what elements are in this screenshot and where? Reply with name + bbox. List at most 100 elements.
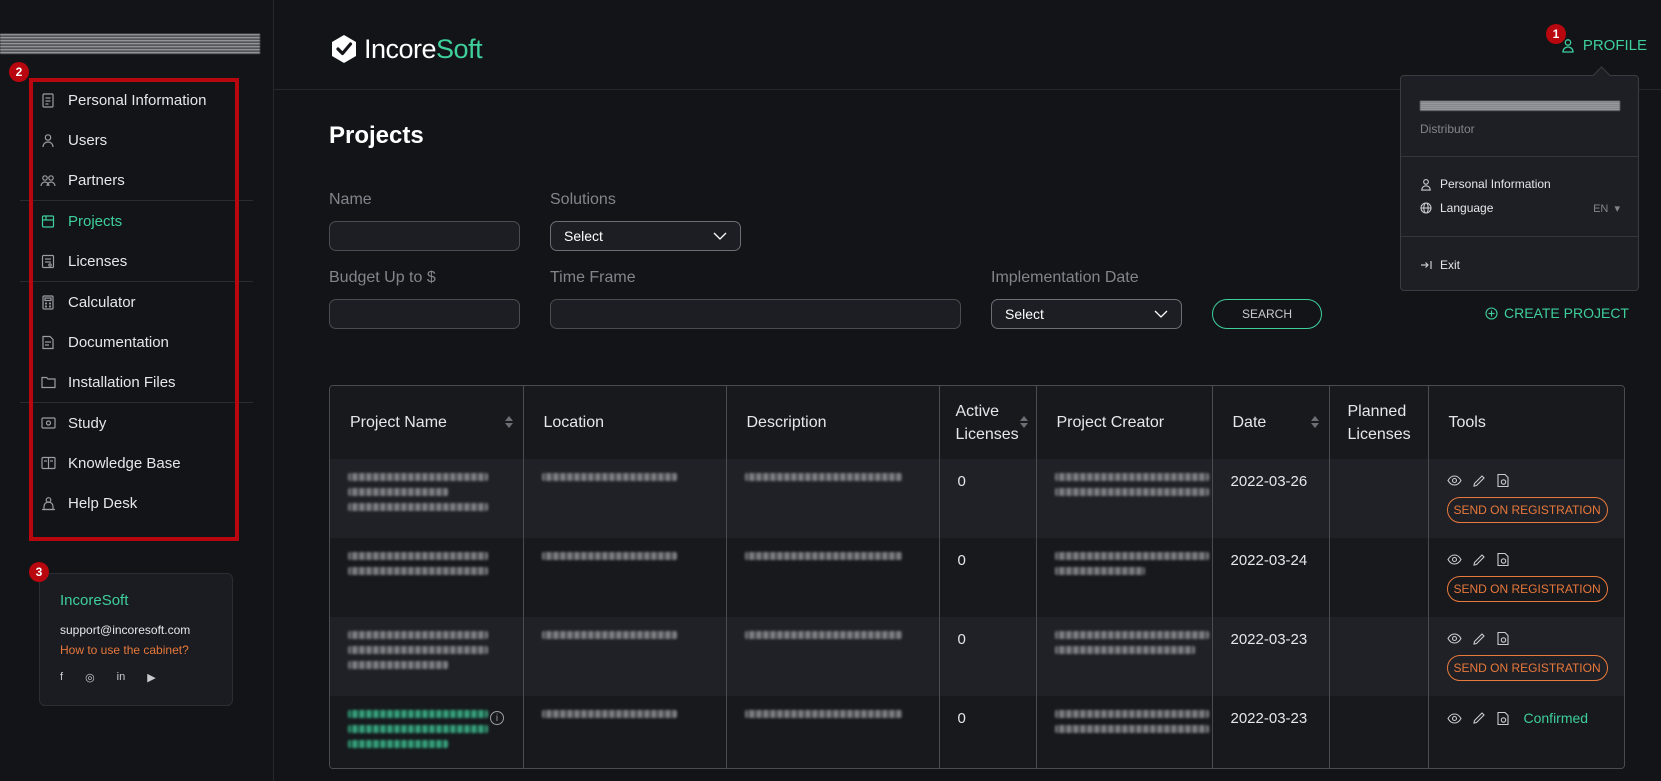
sidebar-item-users[interactable]: Users [20, 120, 253, 160]
send-on-registration-button[interactable]: SEND ON REGISTRATION [1446, 497, 1608, 523]
projects-table: Project Name Location Description Active… [329, 385, 1625, 769]
edit-icon[interactable] [1472, 474, 1486, 488]
sidebar-item-label: Installation Files [68, 373, 176, 391]
user-icon [1421, 178, 1431, 191]
nav-group: Calculator Documentation Installation Fi… [20, 282, 253, 403]
create-project-button[interactable]: CREATE PROJECT [1485, 305, 1629, 321]
menu-personal-information[interactable]: Personal Information [1420, 177, 1620, 191]
creator-redacted [1036, 459, 1213, 538]
sort-icon[interactable] [504, 416, 513, 428]
eye-icon[interactable] [1446, 475, 1462, 486]
send-on-registration-button[interactable]: SEND ON REGISTRATION [1446, 655, 1608, 681]
sort-icon[interactable] [1310, 416, 1319, 428]
social-links: f ◎ in ▶ [60, 671, 212, 684]
file-settings-icon[interactable] [1496, 711, 1510, 726]
project-name-redacted[interactable]: i [330, 696, 524, 768]
location-redacted [523, 696, 727, 768]
column-header-active-licenses[interactable]: Active Licenses [939, 386, 1037, 459]
sidebar-item-knowledge-base[interactable]: Knowledge Base [20, 443, 253, 483]
menu-exit[interactable]: Exit [1420, 258, 1620, 272]
user-name-redacted [1420, 101, 1620, 111]
eye-icon[interactable] [1446, 633, 1462, 644]
budget-input[interactable] [329, 299, 520, 329]
support-email[interactable]: support@incoresoft.com [60, 623, 212, 637]
sidebar-item-label: Partners [68, 171, 125, 189]
annotation-badge: 3 [29, 562, 49, 582]
description-redacted [726, 459, 940, 538]
how-to-link[interactable]: How to use the cabinet? [60, 643, 212, 657]
edit-icon[interactable] [1472, 553, 1486, 567]
column-header-project-name[interactable]: Project Name [330, 386, 524, 459]
user-name-redacted [0, 34, 260, 54]
sidebar-item-help-desk[interactable]: Help Desk [20, 483, 253, 523]
project-name-redacted[interactable] [330, 538, 524, 617]
nav-group: Projects Licenses [20, 201, 253, 282]
profile-label: PROFILE [1582, 37, 1647, 54]
sidebar-item-label: Documentation [68, 333, 169, 351]
date: 2022-03-26 [1212, 459, 1330, 538]
sidebar-item-licenses[interactable]: Licenses [20, 241, 253, 281]
logo-icon [332, 35, 356, 63]
sidebar-item-label: Knowledge Base [68, 454, 181, 472]
eye-icon[interactable] [1446, 554, 1462, 565]
facebook-icon[interactable]: f [60, 671, 63, 684]
location-redacted [523, 538, 727, 617]
eye-icon[interactable] [1446, 712, 1462, 724]
timeframe-input[interactable] [550, 299, 961, 329]
planned-licenses [1329, 459, 1429, 538]
youtube-icon[interactable]: ▶ [147, 671, 155, 684]
sidebar-item-projects[interactable]: Projects [20, 201, 253, 241]
project-name-redacted[interactable] [330, 459, 524, 538]
menu-language[interactable]: Language EN ▾ [1420, 201, 1620, 215]
location-redacted [523, 459, 727, 538]
edit-icon[interactable] [1472, 711, 1486, 725]
edit-icon[interactable] [1472, 632, 1486, 646]
column-header-date[interactable]: Date [1212, 386, 1330, 459]
solutions-select[interactable]: Select [550, 221, 741, 251]
sort-icon[interactable] [1019, 416, 1028, 428]
sidebar-item-personal-information[interactable]: Personal Information [20, 80, 253, 120]
projects-icon [40, 213, 56, 229]
annotation-badge: 2 [9, 62, 29, 82]
sidebar-item-documentation[interactable]: Documentation [20, 322, 253, 362]
sidebar-item-label: Study [68, 414, 107, 432]
calculator-icon [40, 294, 56, 310]
folder-icon [40, 374, 56, 390]
sidebar-item-partners[interactable]: Partners [20, 160, 253, 200]
sidebar-item-study[interactable]: Study [20, 403, 253, 443]
logo-text: IncoreSoft [364, 33, 483, 64]
book-icon [40, 455, 56, 471]
instagram-icon[interactable]: ◎ [85, 671, 95, 684]
linkedin-icon[interactable]: in [117, 671, 126, 684]
info-icon[interactable]: i [490, 711, 504, 725]
file-settings-icon[interactable] [1496, 473, 1510, 488]
file-settings-icon[interactable] [1496, 552, 1510, 567]
profile-dropdown: Distributor Personal Information Languag… [1400, 75, 1639, 291]
globe-icon [1420, 202, 1432, 214]
sidebar-item-calculator[interactable]: Calculator [20, 282, 253, 322]
active-licenses: 0 [939, 696, 1037, 768]
active-licenses: 0 [939, 459, 1037, 538]
column-header-project-creator: Project Creator [1036, 386, 1213, 459]
name-input[interactable] [329, 221, 520, 251]
description-redacted [726, 696, 940, 768]
tools-cell: SEND ON REGISTRATION [1428, 459, 1624, 538]
file-settings-icon[interactable] [1496, 631, 1510, 646]
planned-licenses [1329, 538, 1429, 617]
license-icon [40, 253, 56, 269]
name-label: Name [329, 191, 372, 208]
tools-cell: SEND ON REGISTRATION [1428, 538, 1624, 617]
helpdesk-icon [40, 495, 56, 511]
implementation-date-select[interactable]: Select [991, 299, 1182, 329]
send-on-registration-button[interactable]: SEND ON REGISTRATION [1446, 576, 1608, 602]
sidebar-item-label: Licenses [68, 252, 128, 270]
tools-cell: SEND ON REGISTRATION [1428, 617, 1624, 696]
sidebar-nav: Personal Information Users Partners Proj… [20, 80, 253, 523]
project-name-redacted[interactable] [330, 617, 524, 696]
profile-button[interactable]: PROFILE [1561, 37, 1647, 54]
confirmed-status: Confirmed [1523, 710, 1589, 726]
logo[interactable]: IncoreSoft [328, 33, 483, 65]
search-button[interactable]: SEARCH [1212, 299, 1322, 329]
study-icon [40, 415, 56, 431]
sidebar-item-installation-files[interactable]: Installation Files [20, 362, 253, 402]
